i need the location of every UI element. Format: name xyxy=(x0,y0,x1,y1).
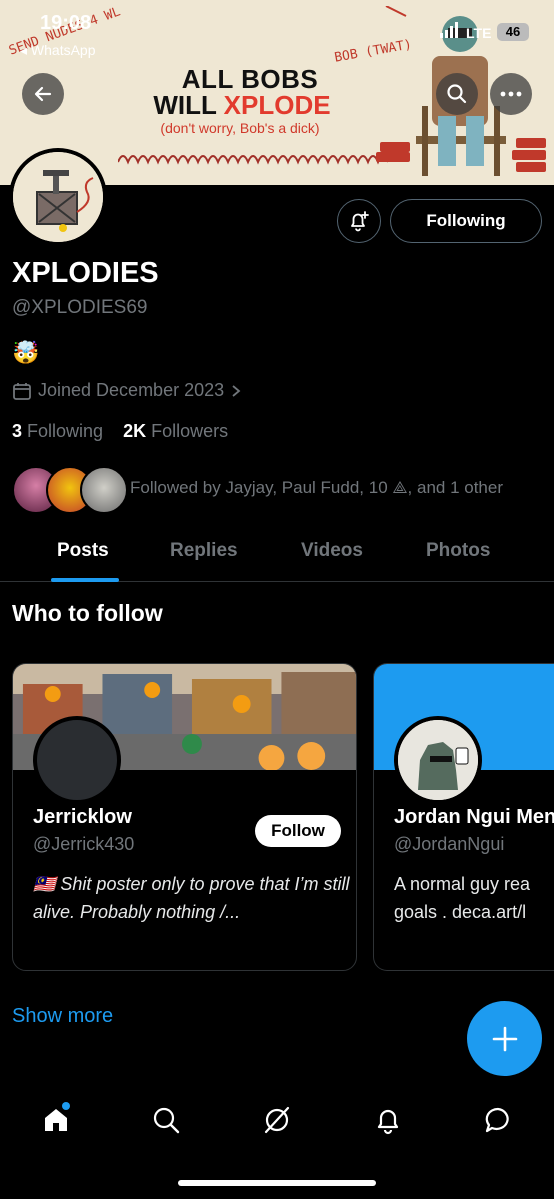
back-arrow-icon xyxy=(34,86,52,102)
followers-link[interactable]: 2K Followers xyxy=(123,421,228,441)
banner-line2: WILL XPLODE xyxy=(153,90,331,120)
nav-grok[interactable] xyxy=(261,1104,293,1136)
grok-icon xyxy=(264,1106,290,1134)
profile-handle: @XPLODIES69 xyxy=(12,297,148,318)
chevron-right-icon xyxy=(232,384,241,397)
status-bar: 19:08 ◂ WhatsApp LTE 46 xyxy=(0,0,554,58)
follow-stats: 3 Following 2K Followers xyxy=(12,421,228,442)
nav-explore[interactable] xyxy=(150,1104,182,1136)
joined-date-row[interactable]: Joined December 2023 xyxy=(12,380,242,401)
signal-icon xyxy=(440,22,458,38)
search-icon xyxy=(447,84,467,104)
following-link[interactable]: 3 Following xyxy=(12,421,103,441)
home-indicator xyxy=(178,1180,376,1186)
more-options-button[interactable] xyxy=(490,73,532,115)
suggestion-handle: @JordanNgui xyxy=(394,834,505,854)
more-icon xyxy=(500,91,522,97)
nav-notifications[interactable] xyxy=(372,1104,404,1136)
godzilla-avatar-image xyxy=(398,720,478,800)
tab-posts[interactable]: Posts xyxy=(57,540,109,562)
followed-by-row[interactable]: Followed by Jayjay, Paul Fudd, 10 ⟁, and… xyxy=(12,466,552,514)
suggestion-handle: @Jerrick430 xyxy=(33,834,135,854)
suggestion-bio: A normal guy rea goals . deca.art/l xyxy=(394,874,531,922)
suggestion-name[interactable]: Jerricklow xyxy=(33,806,132,829)
bottom-navigation xyxy=(0,1086,554,1199)
tab-replies[interactable]: Replies xyxy=(170,540,238,562)
back-to-app-link[interactable]: ◂ WhatsApp xyxy=(20,42,96,59)
joined-date-text: Joined December 2023 xyxy=(38,380,225,400)
tab-videos[interactable]: Videos xyxy=(301,540,363,562)
notify-subscribe-button[interactable] xyxy=(337,199,381,243)
network-type: LTE xyxy=(466,25,492,41)
notifications-icon xyxy=(377,1109,399,1135)
fuse-coil-illustration xyxy=(118,155,389,165)
calendar-icon xyxy=(13,382,31,400)
profile-name: XPLODIES xyxy=(12,257,159,289)
follow-button[interactable]: Follow xyxy=(255,815,341,847)
suggestion-bio: 🇲🇾 Shit poster only to prove that I’m st… xyxy=(33,874,350,922)
status-time: 19:08 xyxy=(40,12,92,34)
mutual-avatar xyxy=(80,466,128,514)
suggestion-card[interactable]: Jerricklow @Jerrick430 Follow 🇲🇾 Shit po… xyxy=(12,663,357,971)
explore-icon xyxy=(153,1107,180,1134)
compose-button[interactable] xyxy=(467,1001,542,1076)
profile-tabs: Posts Replies Videos Photos xyxy=(0,530,554,582)
profile-avatar[interactable] xyxy=(9,148,107,246)
home-notification-dot xyxy=(62,1102,70,1110)
battery-indicator: 46 xyxy=(497,23,529,41)
suggestion-name[interactable]: Jordan Ngui Men xyxy=(394,806,554,829)
profile-bio-emoji: 🤯 xyxy=(12,340,40,365)
back-button[interactable] xyxy=(22,73,64,115)
suggestion-avatar[interactable] xyxy=(394,716,482,804)
active-tab-indicator xyxy=(51,578,119,582)
bell-plus-icon xyxy=(351,211,369,232)
banner-subtitle: (don't worry, Bob's a dick) xyxy=(160,120,320,136)
messages-icon xyxy=(485,1107,509,1133)
suggestion-avatar[interactable] xyxy=(33,716,121,804)
tab-photos[interactable]: Photos xyxy=(426,540,490,562)
detonator-avatar-image xyxy=(13,152,103,242)
followed-by-text: Followed by Jayjay, Paul Fudd, 10 ⟁, and… xyxy=(130,478,504,497)
plus-icon xyxy=(492,1026,517,1051)
who-to-follow-title: Who to follow xyxy=(12,600,163,626)
suggestion-card[interactable]: Jordan Ngui Men @JordanNgui A normal guy… xyxy=(373,663,554,971)
following-button[interactable]: Following xyxy=(390,199,542,243)
nav-messages[interactable] xyxy=(482,1104,514,1136)
show-more-link[interactable]: Show more xyxy=(12,1005,113,1028)
search-button[interactable] xyxy=(436,73,478,115)
